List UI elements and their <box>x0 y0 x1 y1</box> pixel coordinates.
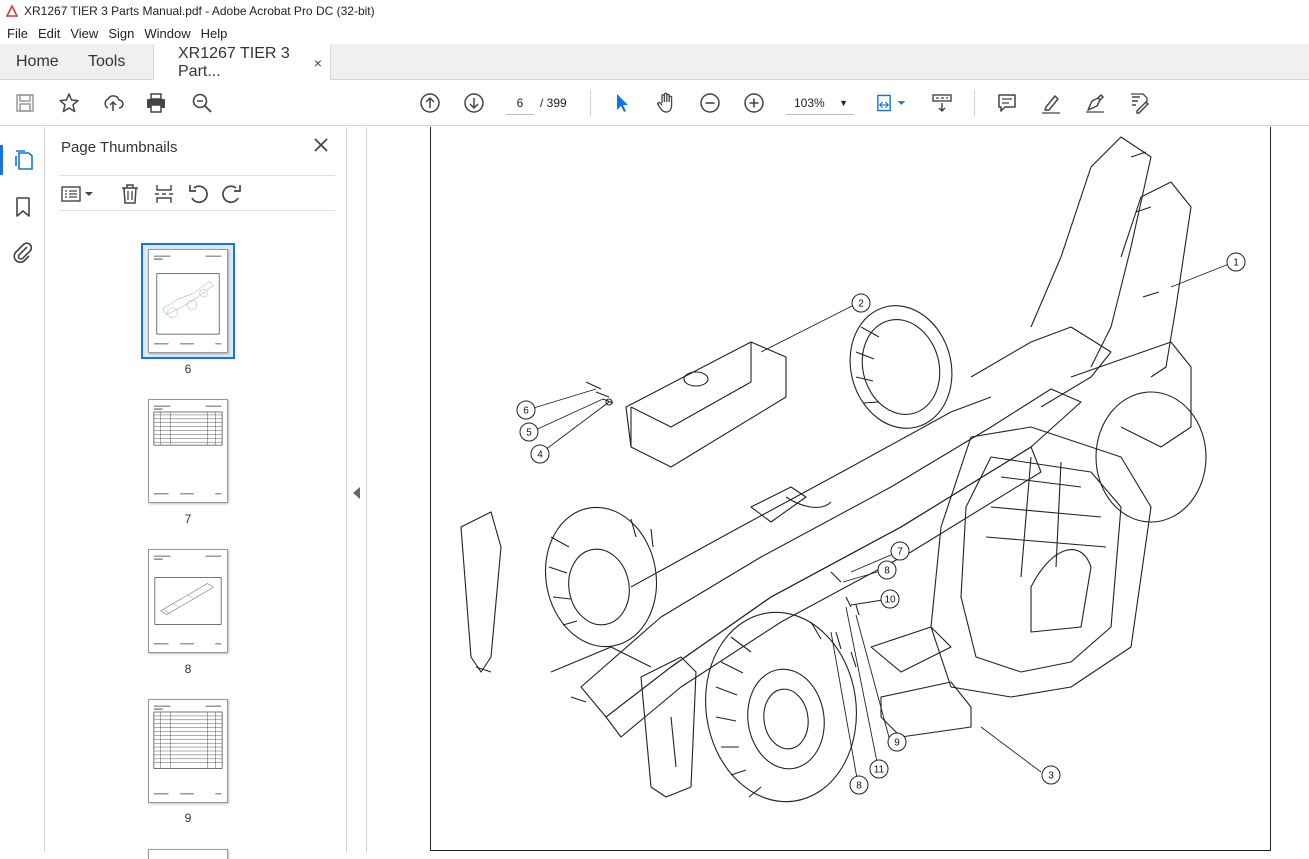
highlight-pen-icon[interactable] <box>1039 91 1063 115</box>
thumbnail-preview <box>153 405 223 495</box>
svg-text:11: 11 <box>874 765 885 776</box>
page-thumbnails-panel: Page Thumbnails 6 7 8 9 <box>45 127 386 859</box>
zoom-level-select[interactable]: 103% ▼ <box>786 91 854 115</box>
rotate-counterclockwise-icon[interactable] <box>187 183 209 205</box>
chevron-down-icon: ▼ <box>839 98 848 108</box>
thumbnail-label-8: 8 <box>184 662 192 676</box>
thumbnail-preview <box>153 555 222 645</box>
svg-text:3: 3 <box>1048 771 1054 782</box>
bookmarks-icon[interactable] <box>11 195 35 219</box>
scroll-mode-icon[interactable] <box>930 91 954 115</box>
menu-file[interactable]: File <box>2 26 33 41</box>
edit-pdf-icon[interactable] <box>1127 91 1151 115</box>
callout-4: 4 <box>530 444 550 464</box>
callout-3: 3 <box>1041 765 1061 785</box>
search-zoom-icon[interactable] <box>190 91 214 115</box>
callout-6: 6 <box>516 400 536 420</box>
callout-8-lower: 8 <box>849 775 869 795</box>
thumbnail-preview <box>153 255 222 345</box>
hand-tool-icon[interactable] <box>654 91 678 115</box>
tab-tools[interactable]: Tools <box>72 44 152 79</box>
thumbnail-page-7[interactable] <box>148 399 228 503</box>
thumbnail-label-9: 9 <box>184 811 192 825</box>
svg-text:4: 4 <box>537 450 543 461</box>
menu-bar: File Edit View Sign Window Help <box>0 22 1309 44</box>
attachments-icon[interactable] <box>11 240 35 264</box>
save-icon[interactable] <box>13 91 37 115</box>
tab-document[interactable]: XR1267 TIER 3 Part... × <box>153 44 331 81</box>
title-bar: XR1267 TIER 3 Parts Manual.pdf - Adobe A… <box>0 0 1309 22</box>
navigation-rail <box>0 127 45 853</box>
zoom-in-icon[interactable] <box>742 91 766 115</box>
callout-9: 9 <box>887 732 907 752</box>
collapse-panel-icon[interactable] <box>353 487 360 499</box>
callout-10: 10 <box>880 589 900 609</box>
previous-page-icon[interactable] <box>418 91 442 115</box>
svg-text:6: 6 <box>523 406 529 417</box>
options-menu-icon[interactable] <box>61 183 95 205</box>
svg-text:10: 10 <box>884 595 896 606</box>
comment-icon[interactable] <box>995 91 1019 115</box>
tab-home[interactable]: Home <box>0 44 72 79</box>
close-panel-icon[interactable] <box>313 137 329 153</box>
rotate-clockwise-icon[interactable] <box>221 183 243 205</box>
main-toolbar: 6 / 399 103% ▼ <box>0 80 1309 126</box>
thumbnail-toolbar <box>59 175 335 211</box>
callout-2: 2 <box>851 293 871 313</box>
callout-1: 1 <box>1226 252 1246 272</box>
close-tab-icon[interactable]: × <box>314 55 322 71</box>
page-number-input[interactable]: 6 <box>506 91 534 115</box>
menu-help[interactable]: Help <box>196 26 233 41</box>
parts-drawing: 1 2 3 4 5 6 7 8 10 9 11 8 <box>460 136 1246 803</box>
sign-pen-icon[interactable] <box>1083 91 1107 115</box>
menu-sign[interactable]: Sign <box>103 26 139 41</box>
thumbnail-page-6[interactable] <box>148 249 228 353</box>
thumbnail-page-9[interactable] <box>148 699 228 803</box>
svg-text:7: 7 <box>897 547 903 558</box>
page-thumbnails-icon[interactable] <box>11 148 35 172</box>
panel-title: Page Thumbnails <box>61 139 178 156</box>
thumbnail-page-10[interactable] <box>148 849 228 859</box>
thumbnail-preview <box>153 705 223 795</box>
toolbar-divider <box>590 90 591 116</box>
thumbnail-label-7: 7 <box>184 512 192 526</box>
document-view[interactable]: 1 2 3 4 5 6 7 8 10 9 11 8 <box>368 127 1309 853</box>
thumbnail-page-8[interactable] <box>148 549 228 653</box>
menu-view[interactable]: View <box>65 26 103 41</box>
svg-text:5: 5 <box>526 428 532 439</box>
zoom-level-value: 103% <box>794 96 825 110</box>
window-title: XR1267 TIER 3 Parts Manual.pdf - Adobe A… <box>24 4 375 18</box>
svg-text:8: 8 <box>884 566 890 577</box>
menu-edit[interactable]: Edit <box>33 26 65 41</box>
bookmark-star-icon[interactable] <box>57 91 81 115</box>
callout-11: 11 <box>869 759 889 779</box>
svg-text:9: 9 <box>894 738 900 749</box>
tab-document-label: XR1267 TIER 3 Part... <box>178 44 290 80</box>
page-fit-icon[interactable] <box>874 91 910 115</box>
select-cursor-icon[interactable] <box>610 91 634 115</box>
acrobat-icon <box>6 5 18 17</box>
callout-7: 7 <box>890 541 910 561</box>
active-indicator <box>0 145 3 175</box>
upload-icon[interactable] <box>101 91 125 115</box>
svg-text:8: 8 <box>856 781 862 792</box>
zoom-out-icon[interactable] <box>698 91 722 115</box>
svg-text:2: 2 <box>858 299 864 310</box>
thumbnail-label-6: 6 <box>184 362 192 376</box>
tab-bar: Home Tools XR1267 TIER 3 Part... × <box>0 44 1309 81</box>
pdf-page: 1 2 3 4 5 6 7 8 10 9 11 8 <box>430 127 1271 851</box>
print-icon[interactable] <box>144 91 168 115</box>
page-total: / 399 <box>540 96 567 110</box>
callout-5: 5 <box>519 422 539 442</box>
extract-pages-icon[interactable] <box>153 183 175 205</box>
delete-page-icon[interactable] <box>119 183 141 205</box>
svg-text:1: 1 <box>1233 258 1239 269</box>
toolbar-divider <box>974 90 975 116</box>
next-page-icon[interactable] <box>462 91 486 115</box>
callout-8-upper: 8 <box>877 560 897 580</box>
panel-splitter[interactable] <box>347 127 367 853</box>
menu-window[interactable]: Window <box>139 26 195 41</box>
